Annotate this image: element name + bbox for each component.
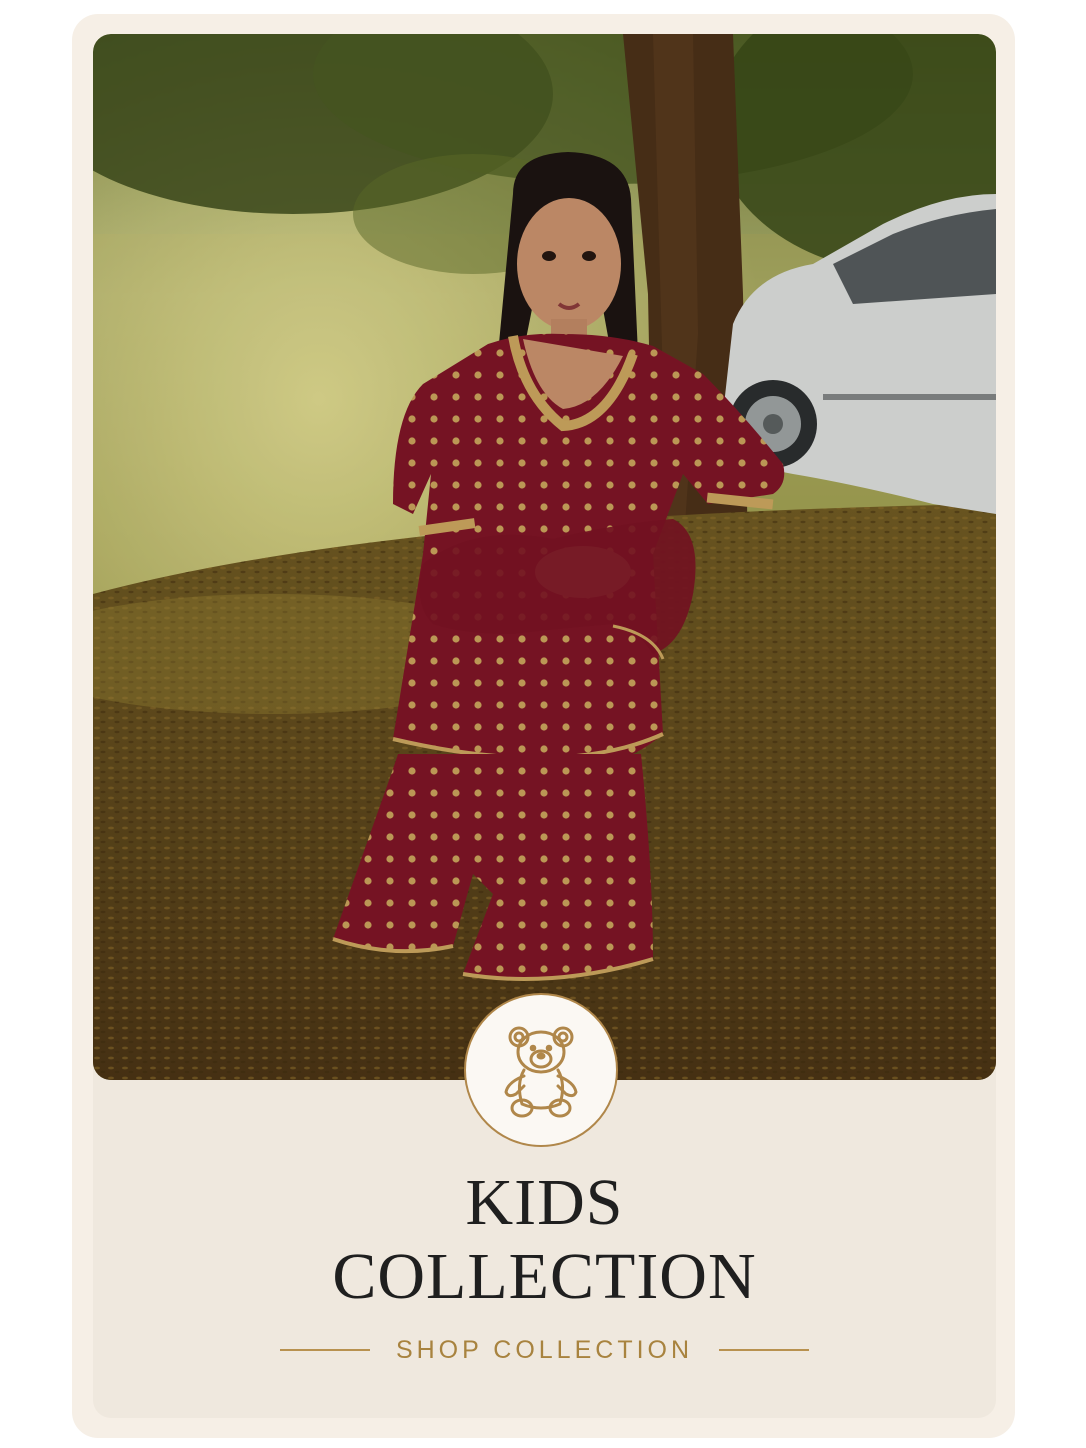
shop-collection-link[interactable]: SHOP COLLECTION	[396, 1336, 693, 1365]
divider-right	[719, 1349, 810, 1351]
kids-outfit-photo	[93, 34, 996, 1080]
category-icon-badge	[464, 993, 618, 1147]
collection-title-line-2: COLLECTION	[332, 1240, 757, 1313]
collection-photo[interactable]	[93, 34, 996, 1080]
kids-collection-card[interactable]: KIDS COLLECTION SHOP COLLECTION	[93, 34, 996, 1418]
teddy-bear-icon	[504, 1026, 578, 1118]
divider-left	[279, 1349, 370, 1351]
collection-title-line-1: KIDS	[465, 1166, 624, 1239]
shop-collection-row: SHOP COLLECTION	[93, 1330, 996, 1370]
